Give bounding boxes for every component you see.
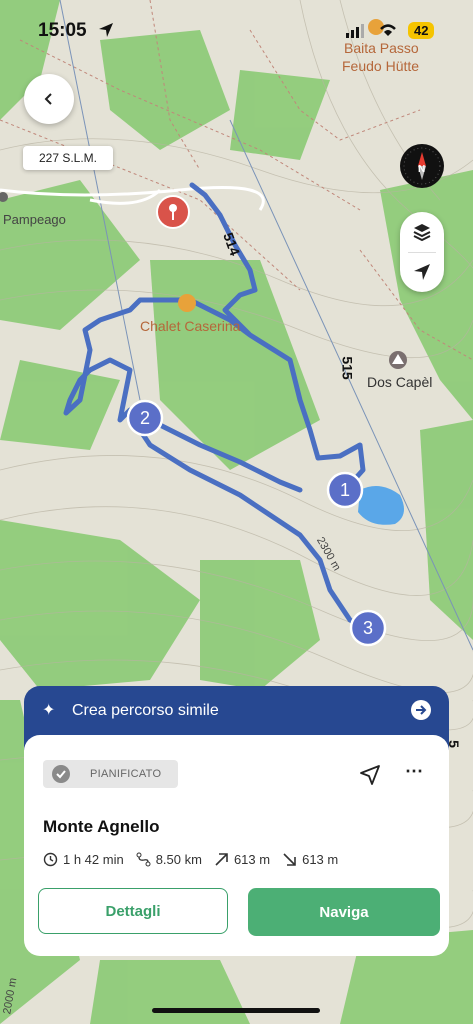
arrow-up-right-icon xyxy=(215,852,228,866)
descent-stat: 613 m xyxy=(282,852,338,867)
trail-515-label: 515 xyxy=(339,356,356,380)
layers-button[interactable] xyxy=(400,212,444,252)
duration-value: 1 h 42 min xyxy=(63,851,124,867)
arrow-right-icon xyxy=(411,700,431,720)
share-button[interactable] xyxy=(358,763,382,787)
details-button[interactable]: Dettagli xyxy=(38,888,228,934)
battery-indicator: 42 xyxy=(408,22,435,39)
location-pin[interactable] xyxy=(156,195,190,229)
sparkle-icon: ✦ xyxy=(42,702,56,719)
waypoint-2-label: 2 xyxy=(139,408,150,428)
status-chip: PIANIFICATO xyxy=(43,760,178,788)
wifi-icon xyxy=(380,24,396,36)
distance-stat: 8.50 km xyxy=(136,852,202,867)
back-button[interactable] xyxy=(24,74,74,124)
status-label: PIANIFICATO xyxy=(90,768,162,780)
home-indicator[interactable] xyxy=(152,1008,320,1013)
descent-value: 613 m xyxy=(302,851,339,867)
distance-value: 8.50 km xyxy=(155,851,202,867)
summit-icon[interactable] xyxy=(389,351,407,369)
label-baita-line2: Feudo Hütte xyxy=(342,58,420,74)
route-card: PIANIFICATO ⋯ Monte Agnello 1 h 42 min 8… xyxy=(24,735,449,956)
ascent-value: 613 m xyxy=(233,851,271,867)
elevation-badge: 227 S.L.M. xyxy=(23,146,113,170)
route-stats: 1 h 42 min 8.50 km 613 m 613 m xyxy=(43,849,350,869)
waypoint-1-label: 1 xyxy=(339,480,350,500)
send-icon xyxy=(360,765,380,785)
label-chalet-caserina: Chalet Caserina xyxy=(140,318,241,334)
label-dos-capel: Dos Capèl xyxy=(367,374,433,390)
map-tools xyxy=(400,212,444,292)
restaurant-icon[interactable] xyxy=(178,294,196,312)
chevron-left-icon xyxy=(44,93,52,105)
locate-button[interactable] xyxy=(400,252,444,292)
duration-stat: 1 h 42 min xyxy=(43,852,124,867)
compass-north-label: N xyxy=(418,164,426,175)
status-bar: 15:05 42 xyxy=(0,0,473,60)
status-time: 15:05 xyxy=(38,20,87,41)
label-pampeago: Pampeago xyxy=(3,212,66,227)
compass-button[interactable]: N xyxy=(400,144,444,188)
clock-icon xyxy=(43,852,58,866)
navigation-arrow-icon xyxy=(414,264,430,280)
route-distance-icon xyxy=(136,852,151,866)
location-arrow-icon xyxy=(99,23,113,37)
waypoint-3-label: 3 xyxy=(362,618,373,638)
more-icon: ⋯ xyxy=(405,761,423,781)
route-title: Monte Agnello xyxy=(43,817,160,836)
signal-icon xyxy=(346,24,364,38)
navigate-button[interactable]: Naviga xyxy=(248,888,440,936)
check-icon xyxy=(52,765,70,783)
arrow-down-right-icon xyxy=(283,852,296,866)
ascent-stat: 613 m xyxy=(214,852,270,867)
create-similar-label: Crea percorso simile xyxy=(72,702,219,719)
layers-icon xyxy=(413,224,431,242)
more-button[interactable]: ⋯ xyxy=(402,761,426,787)
